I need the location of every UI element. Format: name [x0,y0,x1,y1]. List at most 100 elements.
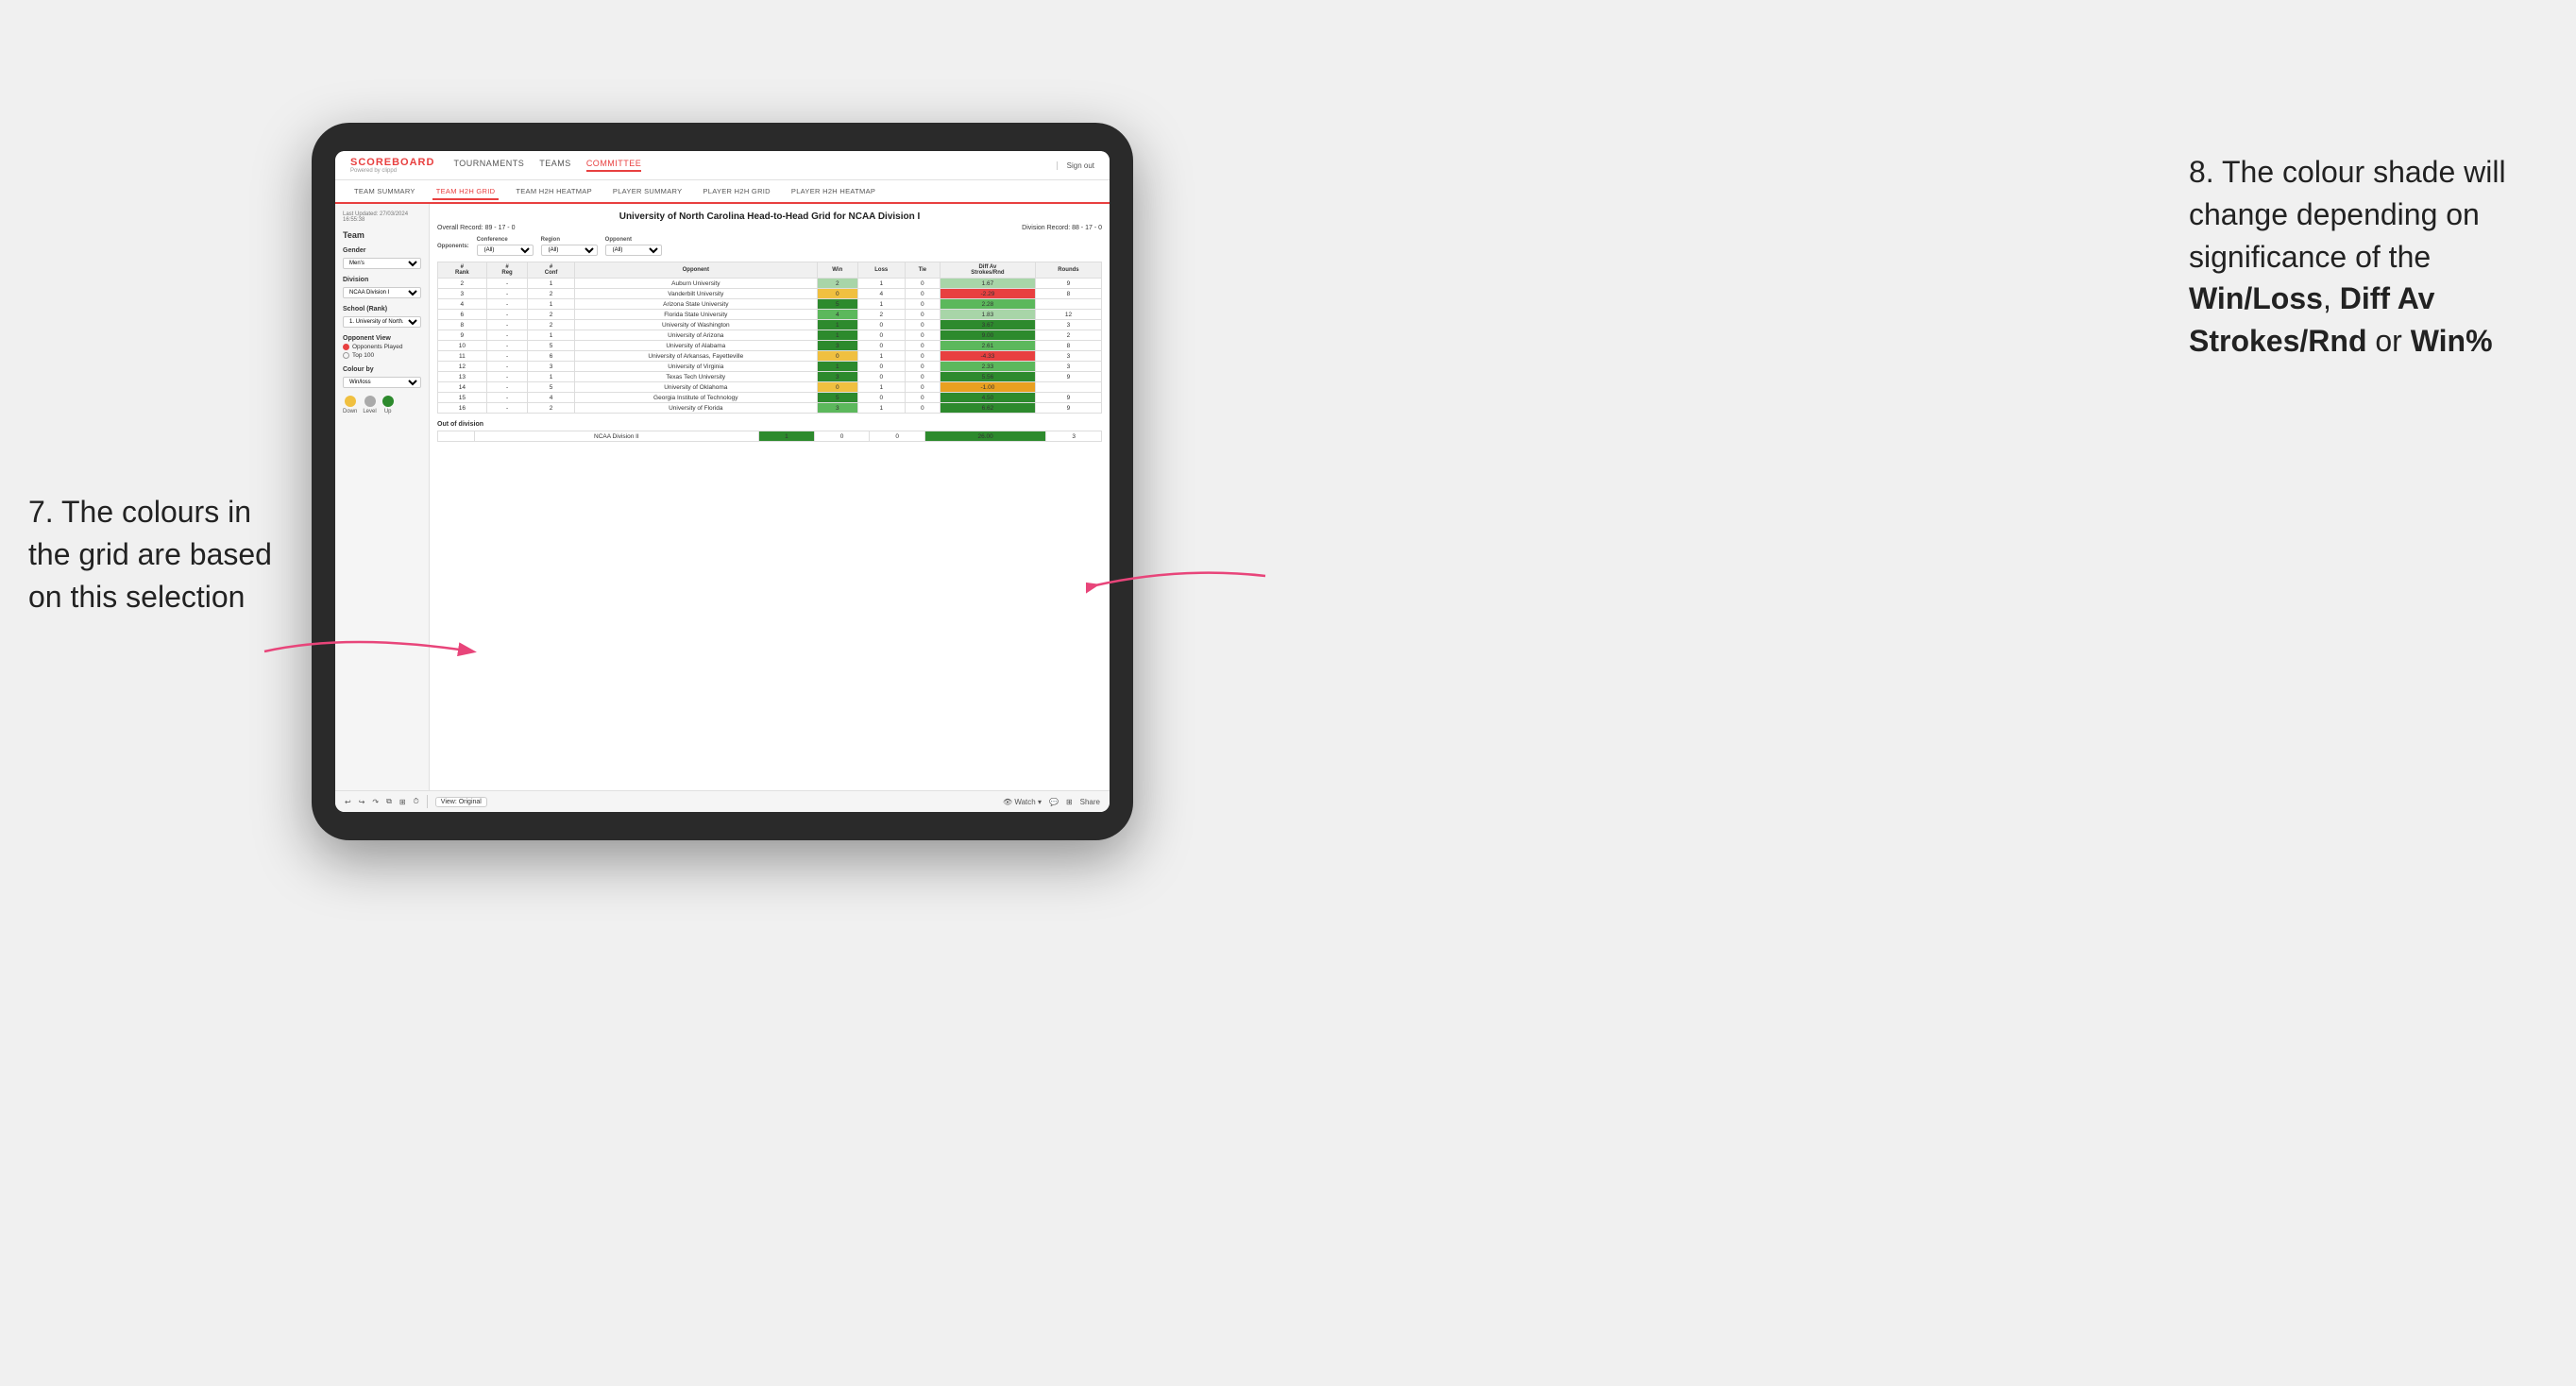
region-select[interactable]: (All) [541,245,598,256]
cell-loss: 0 [857,372,905,382]
table-row: 16 - 2 University of Florida 3 1 0 6.62 … [438,403,1102,414]
table-row: 10 - 5 University of Alabama 3 0 0 2.61 … [438,341,1102,351]
opponent-view-radio: Opponents Played Top 100 [343,344,421,359]
cell-conf: 5 [528,382,574,393]
cell-opponent: Florida State University [574,310,817,320]
cell-win: 0 [817,382,857,393]
cell-opponent: Arizona State University [574,299,817,310]
timer-button[interactable]: ⏱ [414,797,419,806]
division-select[interactable]: NCAA Division I [343,287,421,298]
division-section: Division NCAA Division I [343,277,421,298]
gender-section: Gender Men's [343,247,421,269]
cell-loss: 0 [857,320,905,330]
cell-diff: 3.67 [940,320,1035,330]
forward-button[interactable]: ↷ [372,798,379,806]
col-win: Win [817,262,857,279]
nav-tournaments[interactable]: TOURNAMENTS [453,159,524,172]
cell-rounds: 9 [1035,372,1101,382]
sign-out-button[interactable]: Sign out [1057,161,1094,170]
opponent-view-label: Opponent View [343,335,421,342]
undo-button[interactable]: ↩ [345,798,351,806]
colour-by-section: Colour by Win/loss [343,366,421,388]
conference-filter: Conference (All) [477,237,534,256]
cell-rounds: 3 [1035,362,1101,372]
share-button[interactable]: Share [1080,798,1100,806]
opponent-select[interactable]: (All) [605,245,662,256]
cell-rank: 10 [438,341,487,351]
cell-win: 1 [817,362,857,372]
cell-conf: 2 [528,403,574,414]
col-rounds: Rounds [1035,262,1101,279]
cell-loss: 0 [857,393,905,403]
cell-diff: 2.61 [940,341,1035,351]
cell-rank: 11 [438,351,487,362]
cell-rounds [1035,299,1101,310]
cell-win: 5 [817,393,857,403]
cell-opponent: Auburn University [574,279,817,289]
conference-select[interactable]: (All) [477,245,534,256]
cell-rank: 13 [438,372,487,382]
sidebar: Last Updated: 27/03/2024 16:55:38 Team G… [335,204,430,790]
cell-rounds: 12 [1035,310,1101,320]
cell-conf: 6 [528,351,574,362]
cell-loss: 0 [857,341,905,351]
annotation-right: 8. The colour shade will change dependin… [2189,151,2548,363]
cell-rank: 12 [438,362,487,372]
cell-rank: 2 [438,279,487,289]
h2h-table: #Rank #Reg #Conf Opponent Win Loss Tie D… [437,262,1102,414]
paste-button[interactable]: ⊞ [399,798,406,806]
grid-button[interactable]: ⊞ [1066,798,1073,806]
cell-win: 0 [817,351,857,362]
tab-team-summary[interactable]: TEAM SUMMARY [350,184,419,198]
cell-reg: - [486,393,528,403]
table-row: 3 - 2 Vanderbilt University 0 4 0 -2.29 … [438,289,1102,299]
cell-reg: - [486,403,528,414]
tab-player-h2h-grid[interactable]: PLAYER H2H GRID [699,184,773,198]
table-row: 4 - 1 Arizona State University 5 1 0 2.2… [438,299,1102,310]
cell-rank: 16 [438,403,487,414]
copy-button[interactable]: ⧉ [386,797,392,806]
filter-row: Opponents: Conference (All) Region (All) [437,237,1102,256]
colour-by-select[interactable]: Win/loss [343,377,421,388]
cell-diff: 1.67 [940,279,1035,289]
radio-opponents-played[interactable]: Opponents Played [343,344,421,350]
comment-button[interactable]: 💬 [1049,798,1059,806]
radio-dot-selected [343,344,349,350]
cell-reg: - [486,320,528,330]
school-select[interactable]: 1. University of North... [343,316,421,328]
cell-tie: 0 [905,279,940,289]
logo-text: SCOREBOARD [350,157,434,168]
cell-win: 0 [817,289,857,299]
watch-button[interactable]: 👁 Watch ▾ [1003,798,1042,806]
cell-win: 4 [817,310,857,320]
tab-team-h2h-grid[interactable]: TEAM H2H GRID [432,184,500,200]
nav-committee[interactable]: COMMITTEE [586,159,642,172]
cell-reg: - [486,299,528,310]
cell-reg: - [486,372,528,382]
table-row: 12 - 3 University of Virginia 1 0 0 2.33… [438,362,1102,372]
out-division-rounds: 3 [1046,431,1102,442]
cell-diff: 4.50 [940,393,1035,403]
tab-team-h2h-heatmap[interactable]: TEAM H2H HEATMAP [512,184,596,198]
redo-button[interactable]: ↪ [359,798,365,806]
cell-rank: 9 [438,330,487,341]
radio-dot [343,352,349,359]
tablet-frame: SCOREBOARD Powered by clippd TOURNAMENTS… [312,123,1133,840]
cell-reg: - [486,330,528,341]
tab-player-h2h-heatmap[interactable]: PLAYER H2H HEATMAP [788,184,879,198]
out-division-diff: 26.00 [924,431,1045,442]
cell-reg: - [486,382,528,393]
nav-teams[interactable]: TEAMS [539,159,571,172]
cell-conf: 1 [528,330,574,341]
division-record: Division Record: 88 - 17 - 0 [1022,225,1102,231]
table-row: 11 - 6 University of Arkansas, Fayettevi… [438,351,1102,362]
cell-reg: - [486,289,528,299]
radio-top-100[interactable]: Top 100 [343,352,421,359]
cell-rounds: 8 [1035,289,1101,299]
cell-win: 1 [817,320,857,330]
cell-rounds: 3 [1035,320,1101,330]
cell-reg: - [486,310,528,320]
gender-select[interactable]: Men's [343,258,421,269]
tab-player-summary[interactable]: PLAYER SUMMARY [609,184,686,198]
view-label[interactable]: View: Original [435,797,487,807]
